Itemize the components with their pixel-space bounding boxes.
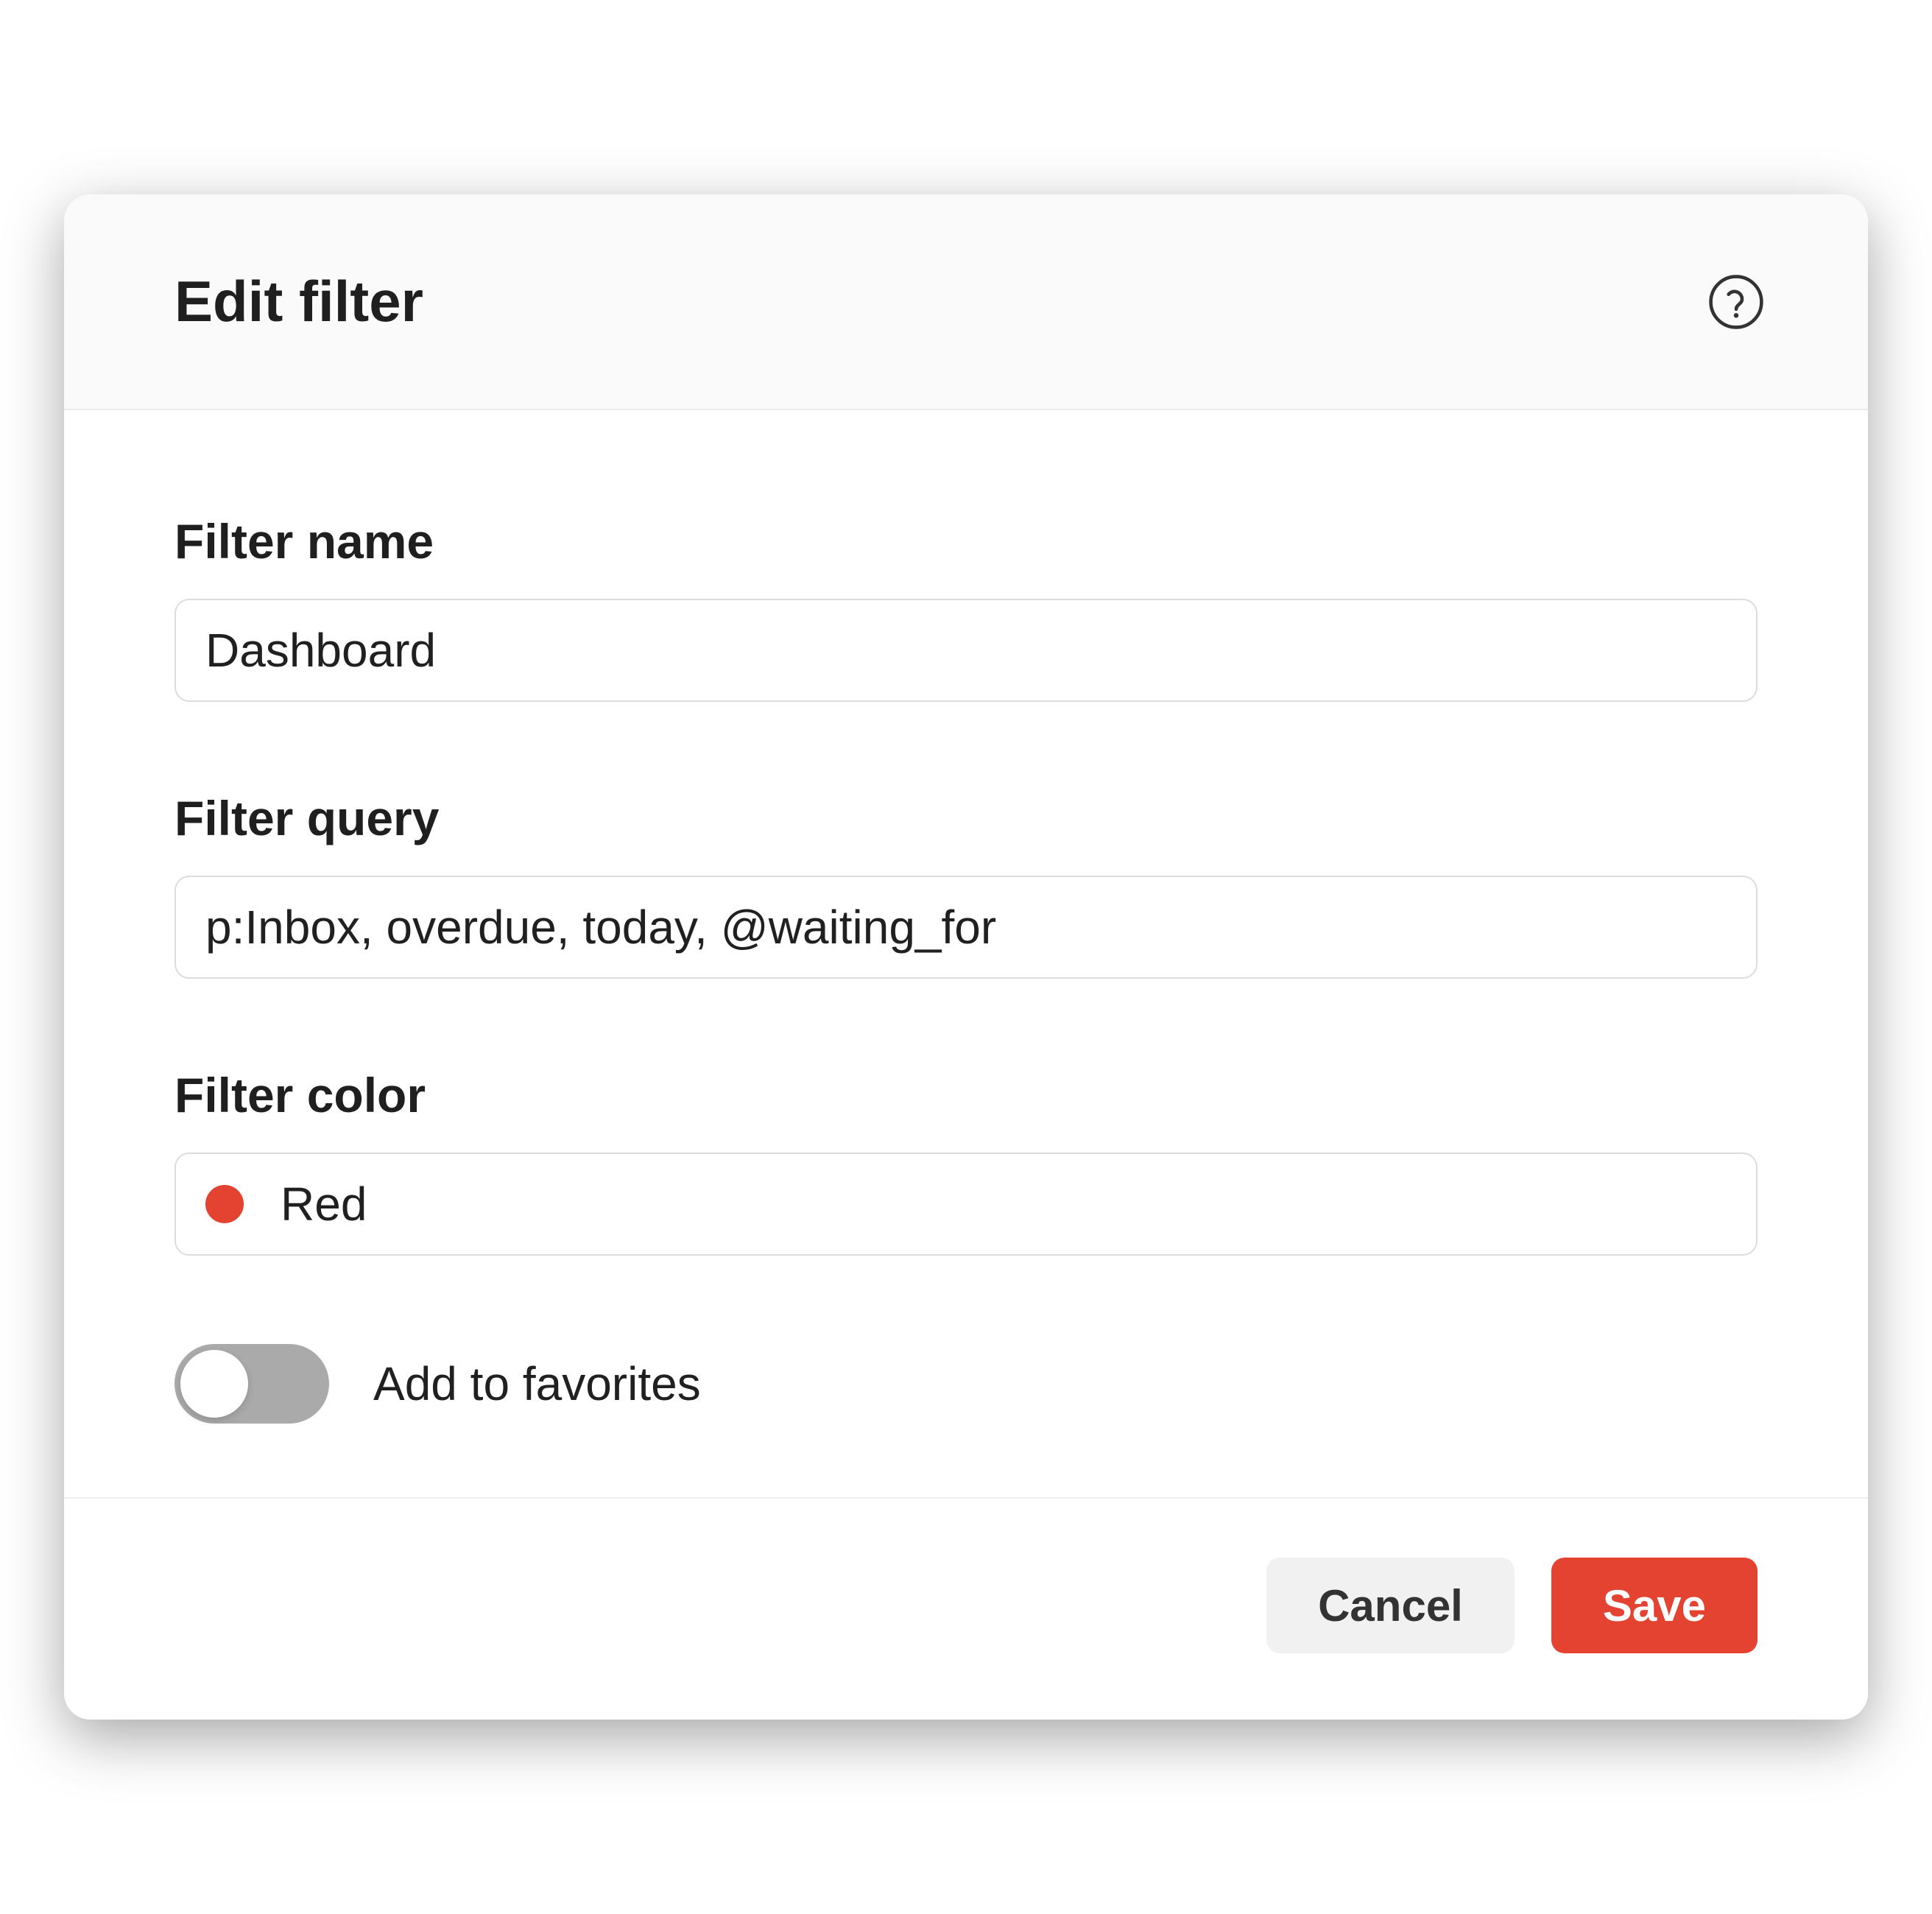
filter-query-field: Filter query	[174, 790, 1758, 979]
filter-color-label: Filter color	[174, 1067, 1758, 1123]
dialog-body: Filter name Filter query Filter color Re…	[64, 410, 1868, 1497]
add-to-favorites-label: Add to favorites	[373, 1357, 701, 1411]
filter-name-label: Filter name	[174, 513, 1758, 569]
filter-name-input[interactable]	[174, 599, 1758, 702]
filter-color-select[interactable]: Red	[174, 1153, 1758, 1256]
dialog-footer: Cancel Save	[64, 1497, 1868, 1720]
filter-color-field: Filter color Red	[174, 1067, 1758, 1256]
filter-color-selected-name: Red	[281, 1177, 367, 1231]
help-icon[interactable]	[1707, 273, 1765, 331]
save-button[interactable]: Save	[1551, 1558, 1758, 1653]
dialog-title: Edit filter	[174, 268, 423, 335]
color-swatch-icon	[205, 1185, 244, 1223]
filter-query-input[interactable]	[174, 876, 1758, 979]
cancel-button[interactable]: Cancel	[1266, 1558, 1515, 1653]
dialog-header: Edit filter	[64, 194, 1868, 410]
filter-query-label: Filter query	[174, 790, 1758, 846]
add-to-favorites-toggle[interactable]	[174, 1344, 329, 1424]
filter-name-field: Filter name	[174, 513, 1758, 702]
toggle-knob-icon	[180, 1350, 248, 1418]
add-to-favorites-row: Add to favorites	[174, 1344, 1758, 1424]
edit-filter-dialog: Edit filter Filter name Filter query Fil…	[64, 194, 1868, 1720]
